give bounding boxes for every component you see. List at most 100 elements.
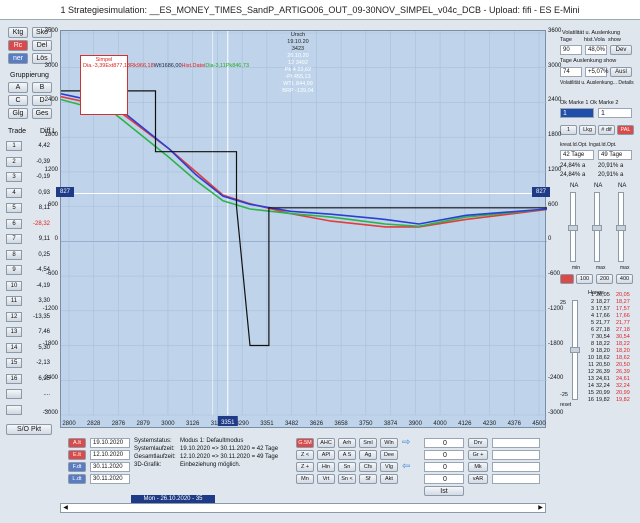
trade-row[interactable]: 4 0,93 — [6, 187, 50, 199]
left-top-button[interactable]: ner — [8, 53, 28, 64]
grid-button[interactable]: Z < — [296, 450, 314, 460]
trade-number[interactable] — [6, 404, 22, 415]
date-field[interactable]: 12.10.2020 — [90, 450, 130, 460]
side-field[interactable] — [492, 474, 540, 484]
grid-button[interactable]: AHC — [317, 438, 335, 448]
grid-button[interactable]: Sn < — [338, 474, 356, 484]
trade-number[interactable]: 2 — [6, 156, 22, 167]
side-field[interactable] — [492, 450, 540, 460]
trade-number[interactable]: 6 — [6, 218, 22, 229]
trade-number[interactable]: 11 — [6, 296, 22, 306]
trade-row[interactable]: 8 0,25 — [6, 249, 50, 261]
grid-button[interactable]: Sf — [359, 474, 377, 484]
side-button[interactable]: Drv — [468, 438, 488, 448]
trade-row[interactable]: 10 -4,19 — [6, 280, 50, 292]
left-top-button[interactable]: Rc — [8, 40, 28, 51]
trade-number[interactable]: 10 — [6, 280, 22, 291]
grid-button-2[interactable]: Wln — [380, 438, 398, 448]
left-top-button[interactable]: Ktg — [8, 27, 28, 38]
arrow-left-icon[interactable]: ⇦ — [402, 461, 410, 472]
grid-button[interactable]: A S — [338, 450, 356, 460]
side-field[interactable] — [492, 438, 540, 448]
trade-number[interactable]: 13 — [6, 327, 22, 337]
trade-number[interactable] — [6, 389, 22, 399]
grid-button-2[interactable]: Dee — [380, 450, 398, 460]
trade-number[interactable]: 7 — [6, 234, 22, 244]
trade-number[interactable]: 16 — [6, 373, 22, 384]
ausl-value[interactable]: 74 — [560, 67, 582, 77]
grid-button[interactable]: Cfs — [359, 462, 377, 472]
trade-row[interactable]: 6 -28,32 — [6, 218, 50, 230]
slider-thumb[interactable] — [592, 225, 602, 231]
date-field[interactable]: 19.10.2020 — [90, 438, 130, 448]
scroll-left-arrow[interactable]: ◀ — [61, 504, 70, 512]
right-option-button[interactable]: Lkg — [579, 125, 596, 135]
num-field[interactable]: 0 — [424, 438, 464, 448]
group-button[interactable]: Glg — [8, 108, 28, 119]
trade-row[interactable]: 12 -13,35 — [6, 311, 50, 323]
grid-button[interactable]: Hin — [317, 462, 335, 472]
ausl-value[interactable]: Ausl — [610, 67, 632, 77]
gauge-reset[interactable]: reset — [560, 402, 571, 408]
marker-value[interactable]: 1 — [560, 108, 594, 118]
trade-row[interactable]: 15 -2,13 — [6, 357, 50, 369]
range-button[interactable]: 200 — [596, 274, 613, 284]
grid-button-2[interactable]: Vlg — [380, 462, 398, 472]
side-button[interactable]: Mk — [468, 462, 488, 472]
scroll-right-arrow[interactable]: ▶ — [536, 504, 545, 512]
trade-number[interactable]: 14 — [6, 342, 22, 353]
trade-row[interactable]: 13 7,46 — [6, 326, 50, 338]
grid-button-2[interactable]: Akt — [380, 474, 398, 484]
trade-number[interactable]: 8 — [6, 249, 22, 260]
num-field[interactable]: 0 — [424, 462, 464, 472]
trade-number[interactable]: 9 — [6, 265, 22, 275]
grid-button[interactable]: Sn — [338, 462, 356, 472]
trade-number[interactable]: 5 — [6, 203, 22, 213]
group-button[interactable]: C — [8, 95, 28, 106]
hangs-gauge[interactable] — [570, 300, 580, 400]
trade-row[interactable]: .... — [6, 388, 50, 400]
vertical-slider[interactable] — [592, 192, 602, 262]
vol-value[interactable]: Dev — [610, 45, 632, 55]
trade-row[interactable]: 2 -0,39 — [6, 156, 50, 168]
grid-button[interactable]: Z + — [296, 462, 314, 472]
ist-button[interactable]: Ist — [424, 486, 464, 496]
trade-number[interactable]: 15 — [6, 358, 22, 368]
kreat-value[interactable]: 42 Tage — [560, 150, 594, 160]
date-button[interactable]: A.lt — [68, 438, 86, 448]
trade-number[interactable]: 3 — [6, 172, 22, 182]
vol-value[interactable]: 48,0% — [585, 45, 607, 55]
so-pkt-button[interactable]: S/O Pkt — [6, 424, 52, 435]
right-option-button[interactable]: # dif — [598, 125, 615, 135]
grid-button[interactable]: Ag — [359, 450, 377, 460]
side-button[interactable]: Gr + — [468, 450, 488, 460]
date-field[interactable]: 30.11.2020 — [90, 474, 130, 484]
scroll-thumb[interactable]: Mon - 26.10.2020 - 35 — [131, 495, 215, 503]
kreat-value[interactable]: 49 Tage — [598, 150, 632, 160]
range-button[interactable]: 400 — [616, 274, 633, 284]
trade-number[interactable]: 1 — [6, 141, 22, 151]
num-field[interactable]: 0 — [424, 450, 464, 460]
marker-value[interactable]: 1 — [598, 108, 632, 118]
grid-button[interactable]: G.5M — [296, 438, 314, 448]
ausl-value[interactable]: +5,07% — [585, 67, 609, 77]
side-field[interactable] — [492, 462, 540, 472]
vertical-slider[interactable] — [616, 192, 626, 262]
trade-number[interactable]: 4 — [6, 187, 22, 198]
vertical-slider[interactable] — [568, 192, 578, 262]
vol-value[interactable]: 90 — [560, 45, 582, 55]
grid-button[interactable]: Vrt — [317, 474, 335, 484]
gauge-thumb[interactable] — [570, 347, 580, 353]
date-field[interactable]: 30.11.2020 — [90, 462, 130, 472]
slider-thumb[interactable] — [616, 225, 626, 231]
grid-button[interactable]: Mn — [296, 474, 314, 484]
group-button[interactable]: A — [8, 82, 28, 93]
left-top-button[interactable]: Del — [32, 40, 52, 51]
side-button[interactable]: vAR — [468, 474, 488, 484]
range-button[interactable]: 100 — [576, 274, 593, 284]
right-option-button[interactable]: 1 — [560, 125, 577, 135]
group-button[interactable]: Ges — [32, 108, 52, 119]
arrow-right-icon[interactable]: ⇨ — [402, 437, 410, 448]
trade-row[interactable]: 1 4,42 — [6, 140, 50, 152]
grid-button[interactable]: Arh — [338, 438, 356, 448]
